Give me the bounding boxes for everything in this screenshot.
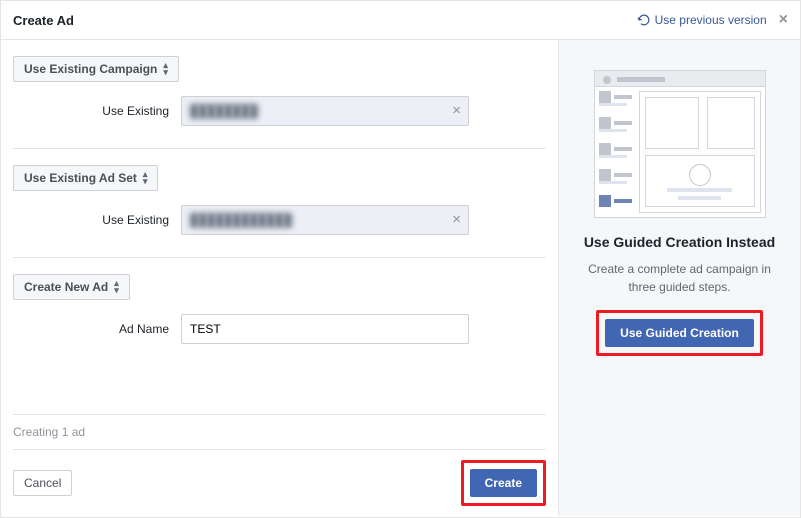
form-panel: Use Existing Campaign ▴▾ Use Existing ██… — [1, 40, 559, 516]
campaign-field-label: Use Existing — [13, 104, 181, 118]
create-button[interactable]: Create — [470, 469, 537, 497]
use-guided-creation-button[interactable]: Use Guided Creation — [605, 319, 754, 347]
use-previous-version-label: Use previous version — [655, 13, 767, 27]
dialog-header: Create Ad Use previous version × — [1, 1, 800, 40]
adset-select-input[interactable]: ████████████ — [181, 205, 469, 235]
creating-status: Creating 1 ad — [13, 414, 546, 449]
sort-arrows-icon: ▴▾ — [114, 280, 119, 294]
adset-mode-dropdown[interactable]: Use Existing Ad Set ▴▾ — [13, 165, 158, 191]
dialog-footer: Cancel Create — [13, 449, 546, 506]
adset-selected-value: ████████████ — [190, 213, 292, 227]
clear-adset-icon[interactable]: × — [452, 211, 461, 228]
campaign-mode-dropdown[interactable]: Use Existing Campaign ▴▾ — [13, 56, 179, 82]
ad-mode-label: Create New Ad — [24, 280, 108, 294]
cancel-button[interactable]: Cancel — [13, 470, 72, 496]
side-panel: Use Guided Creation Instead Create a com… — [559, 40, 800, 516]
divider — [13, 257, 546, 258]
ad-name-input[interactable] — [181, 314, 469, 344]
campaign-select-input[interactable]: ████████ — [181, 96, 469, 126]
use-previous-version-link[interactable]: Use previous version — [637, 13, 767, 27]
side-panel-title: Use Guided Creation Instead — [575, 234, 784, 250]
ad-mode-dropdown[interactable]: Create New Ad ▴▾ — [13, 274, 130, 300]
clear-campaign-icon[interactable]: × — [452, 102, 461, 119]
revert-icon — [637, 13, 651, 27]
side-panel-description: Create a complete ad campaign in three g… — [575, 260, 784, 296]
dialog-title: Create Ad — [13, 13, 74, 28]
highlight-annotation: Create — [461, 460, 546, 506]
close-icon[interactable]: × — [779, 11, 788, 29]
sort-arrows-icon: ▴▾ — [163, 62, 168, 76]
header-actions: Use previous version × — [637, 11, 788, 29]
campaign-mode-label: Use Existing Campaign — [24, 62, 157, 76]
ad-name-label: Ad Name — [13, 322, 181, 336]
adset-mode-label: Use Existing Ad Set — [24, 171, 137, 185]
sort-arrows-icon: ▴▾ — [143, 171, 148, 185]
campaign-selected-value: ████████ — [190, 104, 258, 118]
guided-creation-illustration — [594, 70, 766, 218]
adset-field-label: Use Existing — [13, 213, 181, 227]
highlight-annotation: Use Guided Creation — [596, 310, 763, 356]
divider — [13, 148, 546, 149]
